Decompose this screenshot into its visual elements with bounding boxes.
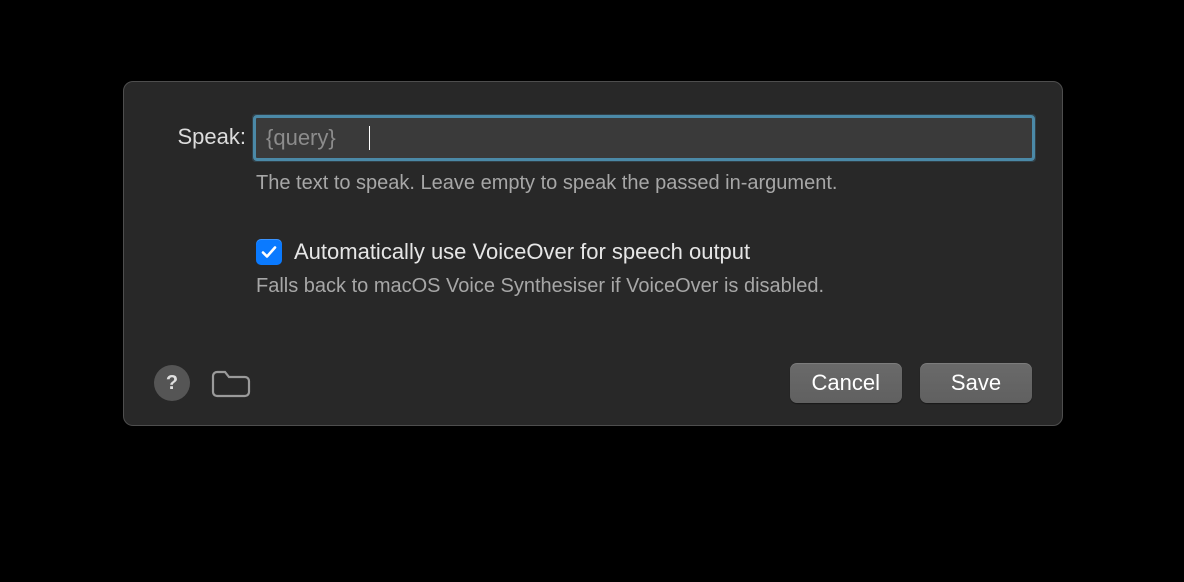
help-icon: ? xyxy=(166,372,178,395)
speak-row: Speak: The text to speak. Leave empty to… xyxy=(154,118,1032,298)
save-button[interactable]: Save xyxy=(920,363,1032,403)
voiceover-row: Automatically use VoiceOver for speech o… xyxy=(256,239,1032,265)
speak-input[interactable] xyxy=(256,118,1032,158)
dialog-footer: ? Cancel Save xyxy=(154,363,1032,403)
reveal-folder-button[interactable] xyxy=(208,365,254,401)
checkmark-icon xyxy=(260,243,278,261)
text-cursor xyxy=(369,126,370,150)
folder-icon xyxy=(210,367,252,399)
help-button[interactable]: ? xyxy=(154,365,190,401)
voiceover-help-text: Falls back to macOS Voice Synthesiser if… xyxy=(256,275,1032,298)
speak-field-wrap: The text to speak. Leave empty to speak … xyxy=(256,118,1032,298)
speak-label: Speak: xyxy=(154,118,256,150)
voiceover-checkbox[interactable] xyxy=(256,239,282,265)
cancel-button[interactable]: Cancel xyxy=(790,363,902,403)
voiceover-label[interactable]: Automatically use VoiceOver for speech o… xyxy=(294,239,750,265)
settings-dialog: Speak: The text to speak. Leave empty to… xyxy=(123,81,1063,426)
speak-help-text: The text to speak. Leave empty to speak … xyxy=(256,172,1032,195)
